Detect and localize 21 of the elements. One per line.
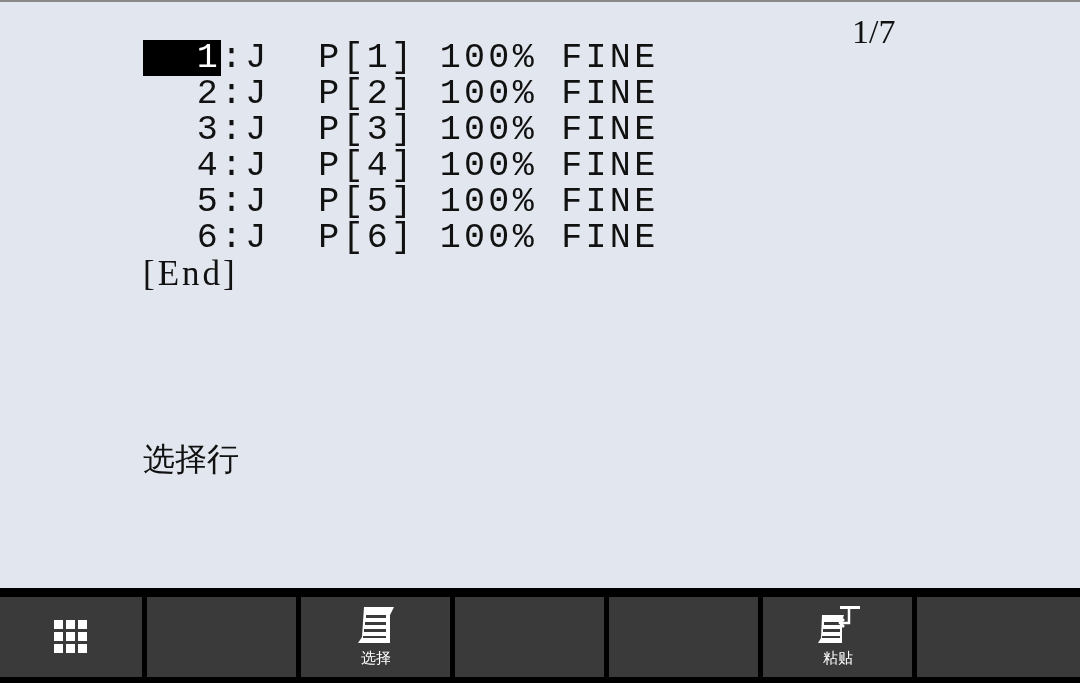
function-key[interactable]: 粘贴 [763, 597, 912, 677]
document-icon [355, 604, 396, 645]
instruction-text: :J P[3] 100% FINE [221, 112, 659, 148]
prompt-text: 选择行 [143, 439, 239, 480]
function-key[interactable] [0, 597, 142, 677]
line-cursor[interactable]: 1 [143, 40, 221, 76]
line-number[interactable]: 3 [143, 112, 221, 148]
end-marker: [End] [143, 254, 238, 293]
line-number[interactable]: 4 [143, 148, 221, 184]
page-indicator: 1/7 [852, 12, 896, 52]
instruction-text: :J P[1] 100% FINE [221, 40, 659, 76]
paste-icon [815, 604, 860, 645]
function-key[interactable]: 选择 [301, 597, 450, 677]
instruction-text: :J P[2] 100% FINE [221, 76, 659, 112]
line-number[interactable]: 5 [143, 184, 221, 220]
grid-icon [54, 620, 88, 654]
line-number[interactable]: 2 [143, 76, 221, 112]
instruction-text: :J P[4] 100% FINE [221, 148, 659, 184]
line-number[interactable]: 6 [143, 220, 221, 256]
instruction-text: :J P[5] 100% FINE [221, 184, 659, 220]
instruction-text: :J P[6] 100% FINE [221, 220, 659, 256]
